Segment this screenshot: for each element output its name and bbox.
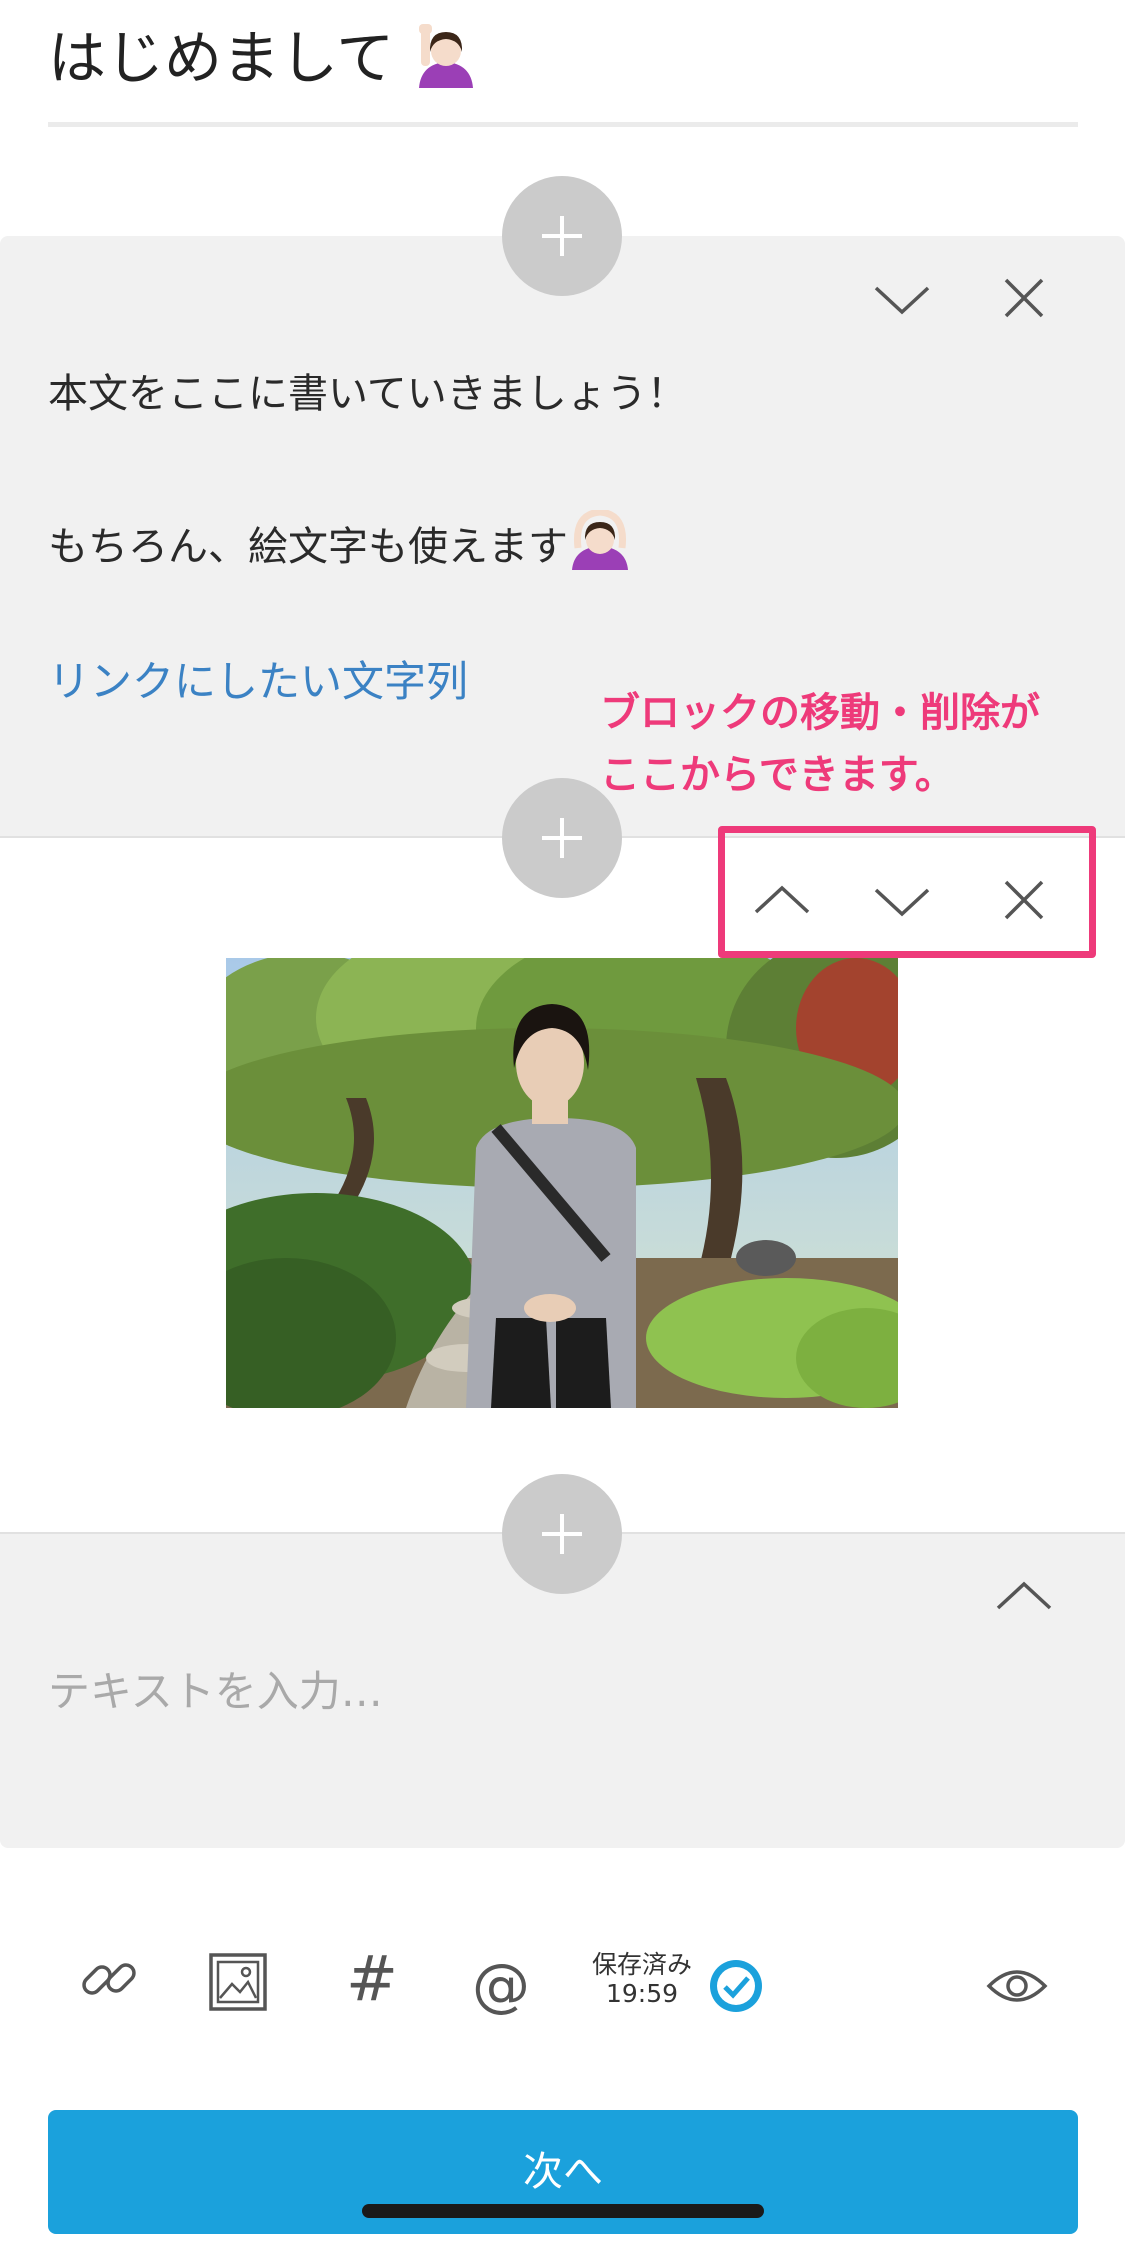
article-title[interactable]: はじめまして [48,18,479,108]
annotation-line-2: ここからできます。 [600,752,955,798]
annotation-line-1: ブロックの移動・削除が [600,690,1040,736]
chevron-down-icon [874,286,930,315]
add-block-button[interactable] [502,1474,622,1594]
body-text-line-2-text: もちろん、絵文字も使えます [48,524,568,570]
link-icon[interactable] [76,1946,142,2016]
save-time: 19:59 [605,1979,679,2008]
save-status: 保存済み 19:59 [590,1950,694,2008]
title-divider [48,122,1078,127]
chevron-up-icon [996,1581,1052,1610]
close-icon [1004,278,1044,318]
save-status-text: 保存済み [591,1950,692,1979]
link-text[interactable]: リンクにしたい文字列 [48,654,468,710]
hashtag-icon[interactable]: # [346,1944,398,2014]
person-gesturing-ok-emoji [568,508,632,585]
home-indicator [362,2204,764,2218]
block-photo[interactable] [226,958,898,1408]
move-block-down-button[interactable] [862,258,942,338]
saved-check-icon [708,1958,764,2018]
image-icon[interactable] [208,1952,268,2016]
plus-icon [542,1514,582,1554]
move-block-up-button[interactable] [984,1556,1064,1636]
body-text-line-1[interactable]: 本文をここに書いていきましょう！ [48,366,687,422]
title-text: はじめまして [48,24,395,92]
annotation-callout: ブロックの移動・削除が ここからできます。 [600,682,1040,806]
text-input-placeholder[interactable]: テキストを入力… [48,1664,383,1720]
plus-icon [542,216,582,256]
body-text-line-2[interactable]: もちろん、絵文字も使えます [48,508,632,585]
mention-icon[interactable]: @ [472,1950,530,2020]
delete-block-button[interactable] [984,258,1064,338]
person-raising-hand-emoji [413,24,479,108]
add-block-button[interactable] [502,176,622,296]
annotation-highlight-box [718,826,1096,958]
preview-eye-icon[interactable] [986,1964,1048,2012]
